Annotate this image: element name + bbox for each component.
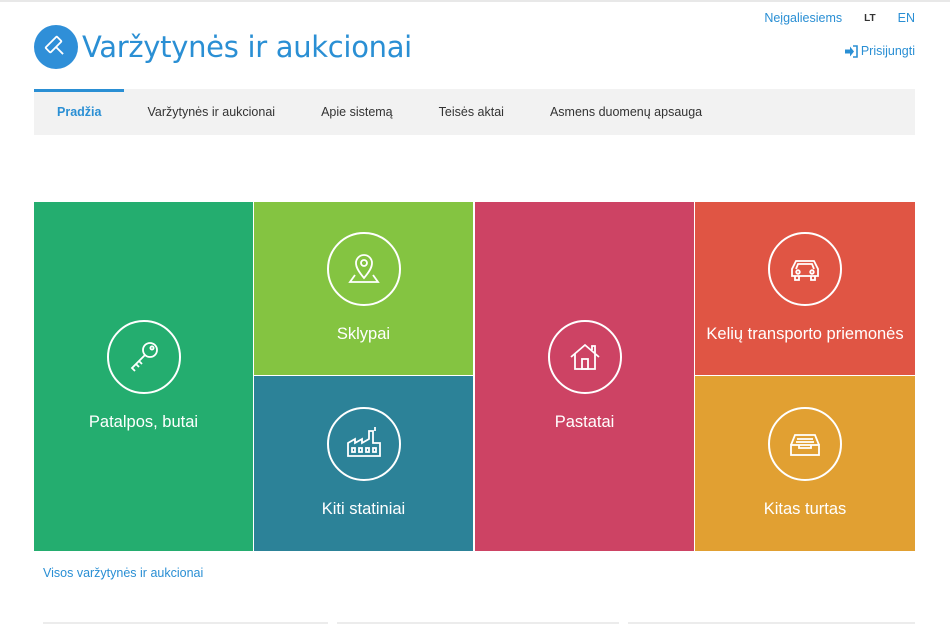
tile-plots[interactable]: Sklypai <box>254 202 473 375</box>
tile-plots-label: Sklypai <box>336 325 391 343</box>
key-icon <box>106 320 181 394</box>
site-title[interactable]: Varžytynės ir aukcionai <box>82 30 412 64</box>
divider <box>337 622 619 624</box>
divider <box>628 622 915 624</box>
tile-other-property-label: Kitas turtas <box>763 500 847 518</box>
top-links: Neįgaliesiems LT EN <box>764 11 915 25</box>
divider <box>43 622 328 624</box>
nav-item-privacy[interactable]: Asmens duomenų apsauga <box>527 89 725 135</box>
category-tiles: Patalpos, butai Sklypai Kiti statiniai P… <box>34 202 915 551</box>
tile-other-property[interactable]: Kitas turtas <box>695 376 915 551</box>
house-icon <box>547 320 622 394</box>
car-icon <box>768 232 842 306</box>
tile-other-structures-label: Kiti statiniai <box>321 500 406 518</box>
all-auctions-link[interactable]: Visos varžytynės ir aukcionai <box>43 566 203 580</box>
nav-item-legal-acts[interactable]: Teisės aktai <box>416 89 527 135</box>
main-nav: Pradžia Varžytynės ir aukcionai Apie sis… <box>34 89 915 135</box>
tile-other-structures[interactable]: Kiti statiniai <box>254 376 473 551</box>
tile-vehicles-label: Kelių transporto priemonės <box>706 325 904 343</box>
language-lt[interactable]: LT <box>864 13 875 24</box>
nav-item-about[interactable]: Apie sistemą <box>298 89 416 135</box>
top-divider <box>0 0 950 2</box>
login-label: Prisijungti <box>860 44 915 58</box>
gavel-icon[interactable] <box>34 25 78 69</box>
accessibility-link[interactable]: Neįgaliesiems <box>764 11 842 25</box>
factory-icon <box>326 407 401 481</box>
tile-premises-label: Patalpos, butai <box>88 413 199 431</box>
sign-in-icon <box>844 44 858 58</box>
tile-buildings-label: Pastatai <box>554 413 615 431</box>
login-link[interactable]: Prisijungti <box>844 44 915 58</box>
location-pin-icon <box>326 232 401 306</box>
tile-premises[interactable]: Patalpos, butai <box>34 202 253 551</box>
tile-vehicles[interactable]: Kelių transporto priemonės <box>695 202 915 375</box>
nav-item-auctions[interactable]: Varžytynės ir aukcionai <box>124 89 298 135</box>
language-en[interactable]: EN <box>898 11 915 25</box>
archive-box-icon <box>768 407 842 481</box>
tile-buildings[interactable]: Pastatai <box>475 202 694 551</box>
site-header: Varžytynės ir aukcionai <box>34 24 412 70</box>
nav-item-home[interactable]: Pradžia <box>34 89 125 135</box>
